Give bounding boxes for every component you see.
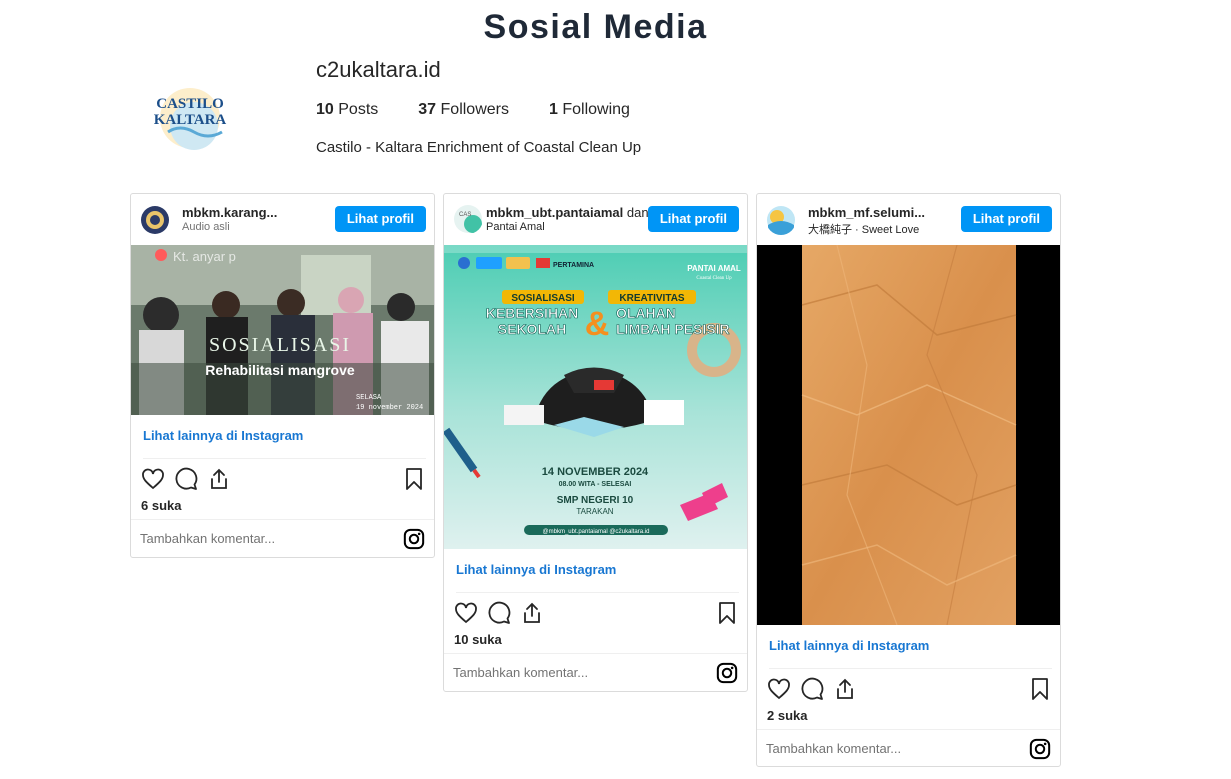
avatar[interactable] [766, 205, 796, 235]
post-location[interactable]: Pantai Amal [486, 221, 545, 233]
view-profile-button[interactable]: Lihat profil [960, 206, 1052, 232]
view-profile-button[interactable]: Lihat profil [647, 206, 739, 232]
comment-icon[interactable] [800, 677, 824, 701]
posts-stat: 10 Posts [316, 101, 379, 118]
svg-text:TARAKAN: TARAKAN [576, 507, 613, 516]
post-card-3: mbkm_mf.selumi... 大橋純子 · Sweet Love Liha… [756, 193, 1061, 767]
svg-text:SELASA: SELASA [356, 394, 382, 402]
svg-text:KEBERSIHAN: KEBERSIHAN [486, 305, 579, 321]
instagram-icon[interactable] [1029, 738, 1051, 760]
post-header: mbkm.karang... Audio asli Lihat profil [131, 194, 434, 245]
svg-text:@mbkm_ubt.pantaiamal @c2ukalt: @mbkm_ubt.pantaiamal @c2ukaltara.id [543, 529, 650, 535]
comment-icon[interactable] [174, 467, 198, 491]
post-card-2: CAS mbkm_ubt.pantaiamal dan Pantai Amal … [443, 193, 748, 692]
comment-icon[interactable] [487, 601, 511, 625]
post-username[interactable]: mbkm.karang... [182, 205, 302, 220]
following-stat[interactable]: 1 Following [549, 101, 630, 119]
followers-stat[interactable]: 37 Followers [418, 101, 509, 119]
post-audio[interactable]: 大橋純子 · Sweet Love [808, 221, 919, 237]
like-count: 6 suka [141, 498, 182, 513]
view-more-on-instagram-link[interactable]: Lihat lainnya di Instagram [444, 549, 747, 592]
page-title: Sosial Media [483, 8, 708, 46]
profile-logo: CASTILO KALTARA [140, 68, 240, 168]
comment-row: Tambahkan komentar... [444, 653, 747, 692]
share-icon[interactable] [520, 601, 544, 625]
svg-text:14 NOVEMBER 2024: 14 NOVEMBER 2024 [542, 466, 649, 478]
svg-text:KREATIVITAS: KREATIVITAS [619, 293, 685, 304]
profile-username[interactable]: c2ukaltara.id [316, 57, 441, 83]
heart-icon[interactable] [767, 677, 791, 701]
add-comment-input[interactable]: Tambahkan komentar... [453, 665, 588, 680]
svg-text:KALTARA: KALTARA [154, 112, 227, 128]
svg-text:LIMBAH PESISIR: LIMBAH PESISIR [616, 321, 730, 337]
svg-text:SOSIALISASI: SOSIALISASI [209, 334, 351, 356]
like-count: 10 suka [454, 632, 502, 647]
svg-text:Coastal Clean Up: Coastal Clean Up [696, 276, 732, 281]
profile-stats: 10 Posts 37 Followers 1 Following [316, 101, 670, 119]
profile-bio: Castilo - Kaltara Enrichment of Coastal … [316, 139, 642, 156]
instagram-icon[interactable] [403, 528, 425, 550]
post-audio[interactable]: Audio asli [182, 221, 230, 233]
svg-text:PANTAI AMAL: PANTAI AMAL [687, 264, 741, 273]
svg-text:Kt. anyar p: Kt. anyar p [173, 249, 236, 264]
bookmark-icon[interactable] [1028, 677, 1052, 701]
post-card-1: mbkm.karang... Audio asli Lihat profil K… [130, 193, 435, 558]
svg-text:OLAHAN: OLAHAN [616, 305, 676, 321]
svg-text:CAS: CAS [459, 212, 471, 218]
bookmark-icon[interactable] [715, 601, 739, 625]
svg-text:SEKOLAH: SEKOLAH [498, 321, 566, 337]
share-icon[interactable] [207, 467, 231, 491]
svg-text:SOSIALISASI: SOSIALISASI [511, 293, 575, 304]
like-count: 2 suka [767, 708, 808, 723]
svg-text:08.00 WITA - SELESAI: 08.00 WITA - SELESAI [559, 481, 632, 488]
comment-row: Tambahkan komentar... [131, 519, 434, 558]
heart-icon[interactable] [141, 467, 165, 491]
svg-text:PERTAMINA: PERTAMINA [553, 262, 594, 269]
post-media[interactable] [757, 245, 1060, 625]
svg-text:CASTILO: CASTILO [156, 96, 224, 112]
instagram-icon[interactable] [716, 662, 738, 684]
svg-text:SMP NEGERI 10: SMP NEGERI 10 [557, 495, 634, 506]
add-comment-input[interactable]: Tambahkan komentar... [140, 531, 275, 546]
svg-text:Rehabilitasi mangrove: Rehabilitasi mangrove [205, 362, 355, 378]
post-actions [757, 669, 1060, 707]
post-header: mbkm_mf.selumi... 大橋純子 · Sweet Love Liha… [757, 194, 1060, 245]
post-username[interactable]: mbkm_ubt.pantaiamal dan [486, 205, 666, 220]
add-comment-input[interactable]: Tambahkan komentar... [766, 741, 901, 756]
post-media[interactable]: Kt. anyar p SOSIALISASI Rehabilitasi man… [131, 245, 434, 415]
post-actions [444, 593, 747, 631]
svg-text:&: & [585, 305, 610, 343]
post-actions [131, 459, 434, 497]
view-more-on-instagram-link[interactable]: Lihat lainnya di Instagram [757, 625, 1060, 668]
view-more-on-instagram-link[interactable]: Lihat lainnya di Instagram [131, 415, 434, 458]
post-media[interactable]: PERTAMINA PANTAI AMAL Coastal Clean Up S… [444, 245, 747, 549]
avatar[interactable] [140, 205, 170, 235]
post-header: CAS mbkm_ubt.pantaiamal dan Pantai Amal … [444, 194, 747, 245]
bookmark-icon[interactable] [402, 467, 426, 491]
comment-row: Tambahkan komentar... [757, 729, 1060, 768]
svg-text:19 november 2024: 19 november 2024 [356, 404, 423, 412]
avatar[interactable]: CAS [453, 204, 483, 234]
heart-icon[interactable] [454, 601, 478, 625]
view-profile-button[interactable]: Lihat profil [334, 206, 426, 232]
post-username[interactable]: mbkm_mf.selumi... [808, 205, 928, 220]
share-icon[interactable] [833, 677, 857, 701]
